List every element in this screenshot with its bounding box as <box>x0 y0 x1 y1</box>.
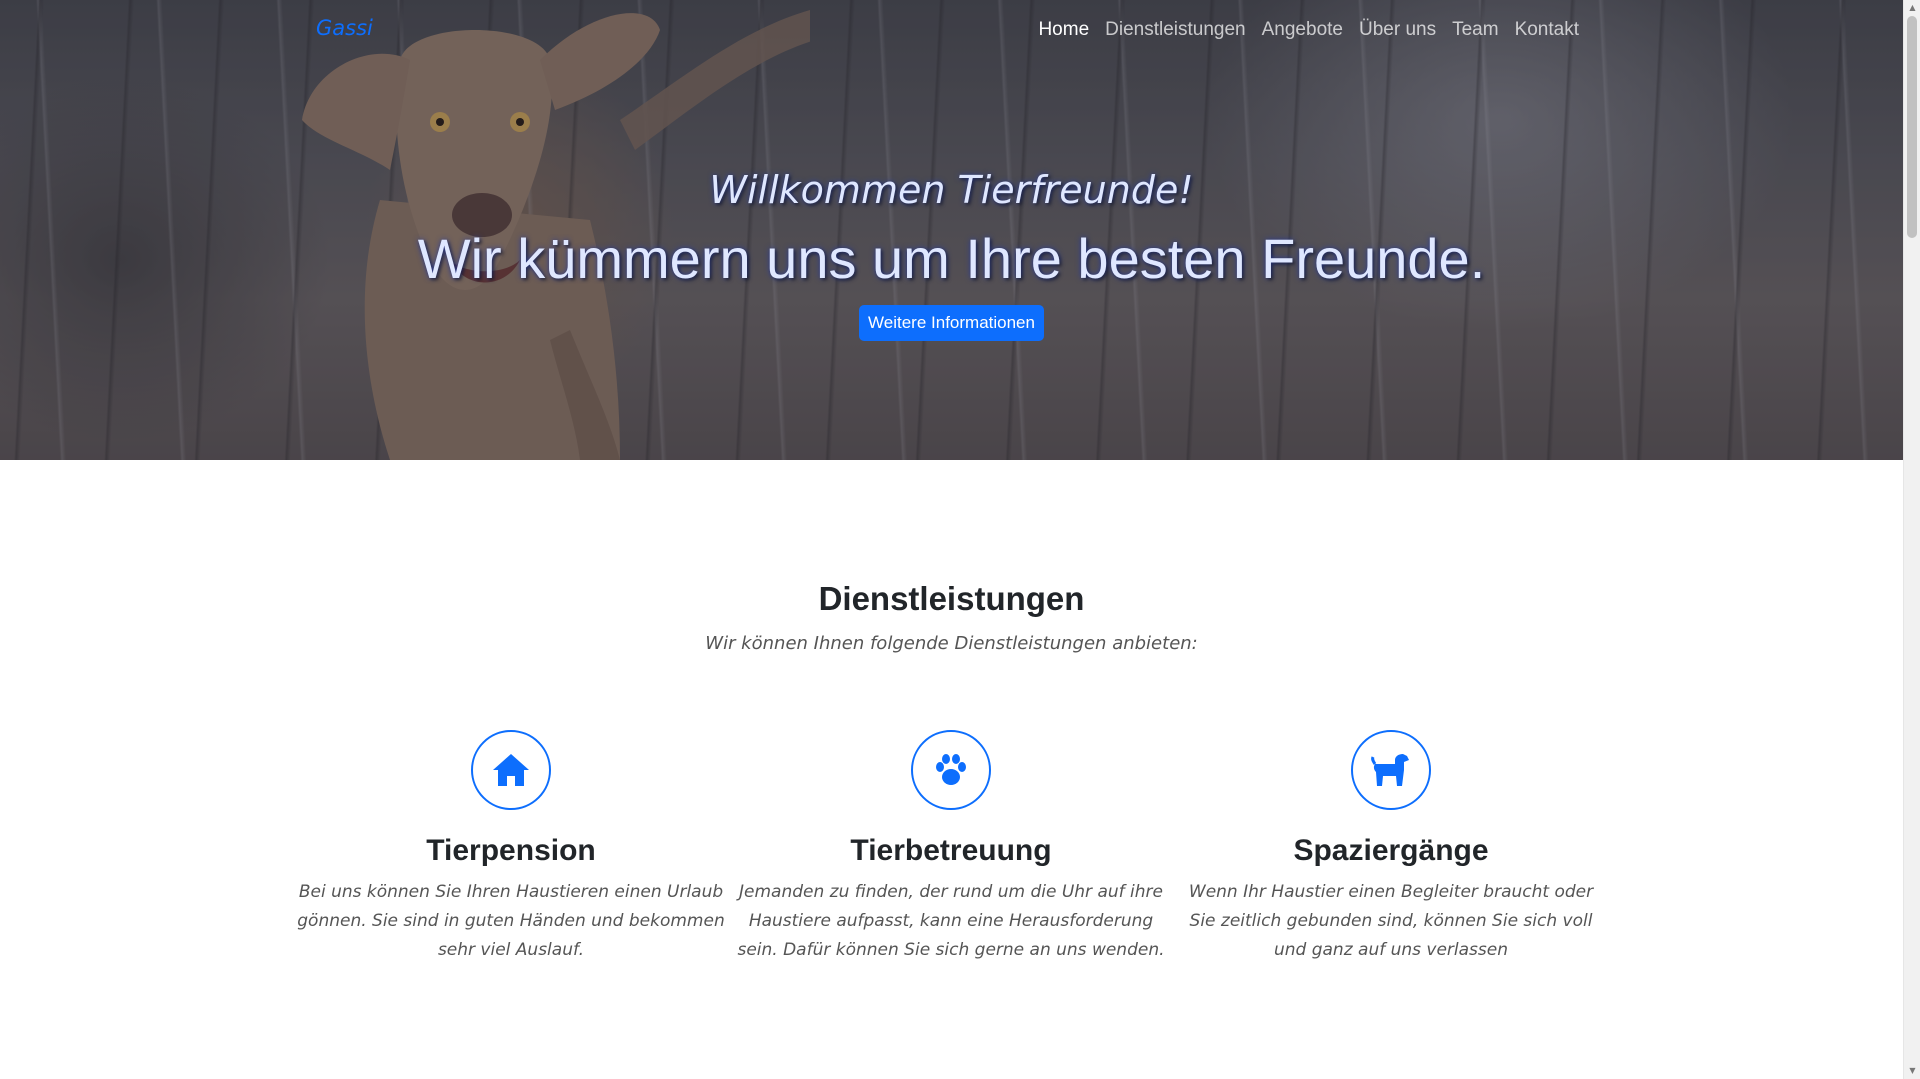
service-card-spaziergaenge: Spaziergänge Wenn Ihr Haustier einen Beg… <box>1176 730 1606 965</box>
scroll-up-arrow-icon[interactable]: ▲ <box>1904 0 1920 16</box>
service-card-tierbetreuung: Tierbetreuung Jemanden zu finden, der ru… <box>736 730 1166 965</box>
main-nav: Home Dienstleistungen Angebote Über uns … <box>1022 19 1579 41</box>
service-title: Tierbetreuung <box>850 834 1052 867</box>
service-text: Bei uns können Sie Ihren Haustieren eine… <box>297 882 725 960</box>
services-title: Dienstleistungen <box>818 580 1085 617</box>
paw-icon <box>911 730 991 810</box>
nav-item-ueber-uns[interactable]: Über uns <box>1359 19 1436 41</box>
nav-item-dienstleistungen[interactable]: Dienstleistungen <box>1105 19 1245 41</box>
service-title: Spaziergänge <box>1293 834 1489 867</box>
nav-item-angebote[interactable]: Angebote <box>1262 19 1343 41</box>
service-text: Wenn Ihr Haustier einen Begleiter brauch… <box>1188 882 1594 960</box>
nav-item-team[interactable]: Team <box>1452 19 1498 41</box>
services-subtitle: Wir können Ihnen folgende Dienstleistung… <box>705 633 1198 654</box>
more-info-button[interactable]: Weitere Informationen <box>859 305 1044 341</box>
scroll-down-arrow-icon[interactable]: ▼ <box>1904 1063 1920 1079</box>
hero-subtitle: Willkommen Tierfreunde! <box>709 168 1194 212</box>
scrollbar-thumb[interactable] <box>1907 16 1917 238</box>
brand-logo[interactable]: Gassi <box>316 16 373 40</box>
service-text: Jemanden zu finden, der rund um die Uhr … <box>737 882 1165 960</box>
service-card-tierpension: Tierpension Bei uns können Sie Ihren Hau… <box>296 730 726 965</box>
hero-section: Gassi Home Dienstleistungen Angebote Übe… <box>0 0 1903 460</box>
nav-item-home[interactable]: Home <box>1038 19 1089 41</box>
dog-icon <box>1351 730 1431 810</box>
page: Gassi Home Dienstleistungen Angebote Übe… <box>0 0 1903 1079</box>
hero-title: Wir kümmern uns um Ihre besten Freunde. <box>417 227 1486 290</box>
vertical-scrollbar[interactable]: ▲ ▼ <box>1903 0 1920 1079</box>
nav-item-kontakt[interactable]: Kontakt <box>1515 19 1579 41</box>
hero-text: Willkommen Tierfreunde! Wir kümmern uns … <box>0 168 1903 291</box>
house-icon <box>471 730 551 810</box>
service-title: Tierpension <box>426 834 596 867</box>
